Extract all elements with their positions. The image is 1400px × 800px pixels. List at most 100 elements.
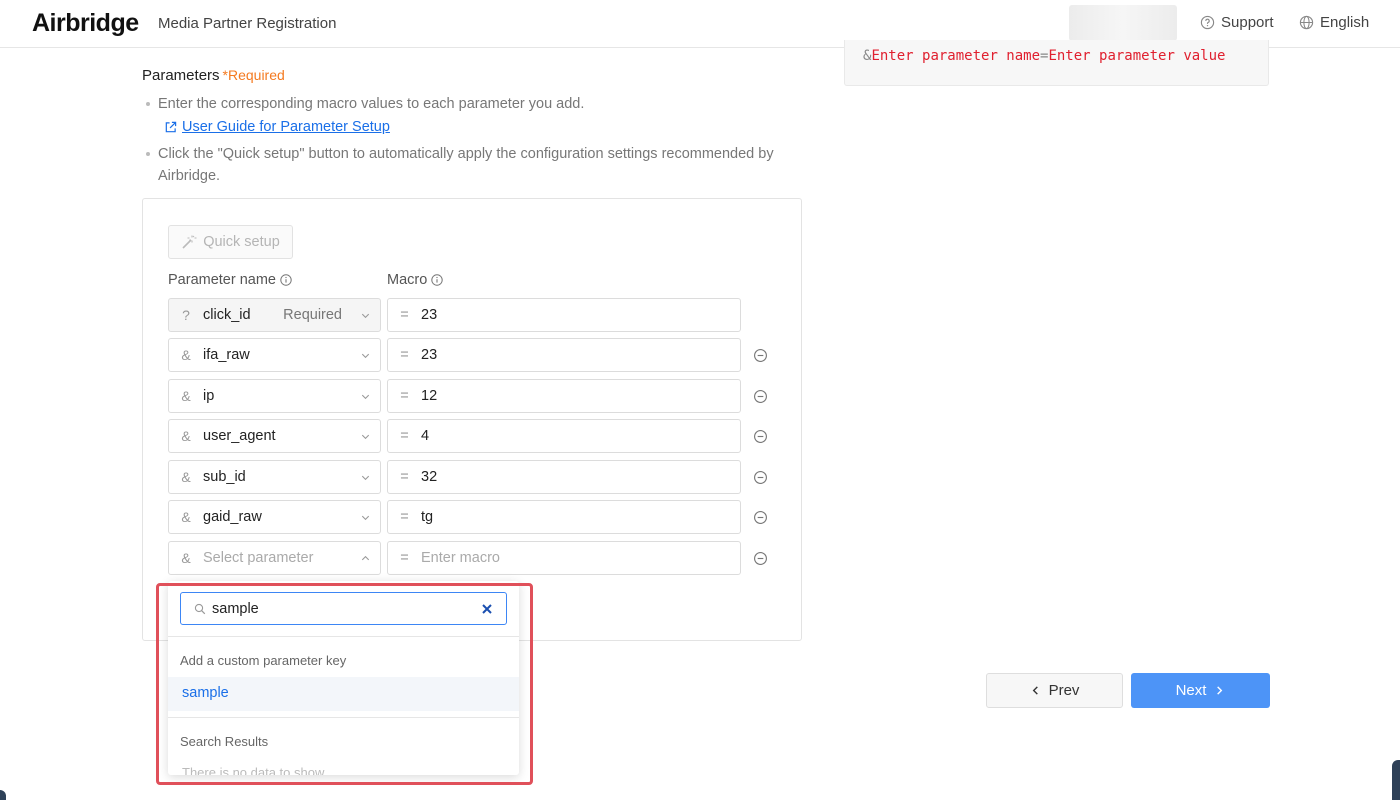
remove-row-button[interactable] bbox=[753, 510, 768, 525]
param-name: click_id bbox=[203, 307, 251, 323]
help-circle-icon bbox=[1200, 15, 1215, 30]
macro-equals: = bbox=[400, 509, 409, 525]
instruction-text-1: Enter the corresponding macro values to … bbox=[158, 96, 585, 112]
next-label: Next bbox=[1175, 682, 1207, 699]
param-symbol: & bbox=[181, 509, 191, 525]
parameter-select-new[interactable]: & Select parameter bbox=[168, 541, 381, 575]
minus-circle-icon bbox=[754, 471, 767, 484]
custom-key-group-label: Add a custom parameter key bbox=[180, 653, 347, 668]
support-label: Support bbox=[1221, 14, 1274, 31]
instruction-text-2: Click the "Quick setup" button to automa… bbox=[158, 146, 774, 184]
macro-input-ifa-raw[interactable]: = 23 bbox=[387, 338, 741, 372]
parameter-select-gaid-raw[interactable]: & gaid_raw bbox=[168, 500, 381, 534]
parameters-title: Parameters bbox=[142, 67, 220, 84]
tracking-url-preview: &Enter parameter name=Enter parameter va… bbox=[844, 40, 1269, 86]
window-corner bbox=[1392, 760, 1400, 800]
required-badge: Required bbox=[283, 307, 342, 323]
info-icon[interactable] bbox=[280, 274, 292, 286]
chevron-down-icon bbox=[350, 391, 380, 402]
param-name: ip bbox=[203, 388, 215, 404]
macro-input-user-agent[interactable]: = 4 bbox=[387, 419, 741, 453]
quick-setup-button[interactable]: Quick setup bbox=[168, 225, 293, 259]
macro-value: 23 bbox=[421, 347, 438, 363]
macro-equals: = bbox=[400, 347, 409, 363]
param-symbol: & bbox=[181, 388, 191, 404]
language-selector[interactable]: English bbox=[1299, 14, 1369, 31]
macro-input-new[interactable]: = Enter macro bbox=[387, 541, 741, 575]
param-symbol: & bbox=[181, 469, 191, 485]
macro-equals: = bbox=[400, 307, 409, 323]
macro-input-gaid-raw[interactable]: = tg bbox=[387, 500, 741, 534]
macro-equals: = bbox=[400, 428, 409, 444]
user-account-blurred[interactable] bbox=[1069, 5, 1177, 41]
macro-value: 12 bbox=[421, 388, 438, 404]
remove-row-button[interactable] bbox=[753, 389, 768, 404]
parameter-select-ip[interactable]: & ip bbox=[168, 379, 381, 413]
instruction-bullet-1: Enter the corresponding macro values to … bbox=[146, 93, 786, 138]
support-link[interactable]: Support bbox=[1200, 14, 1274, 31]
instruction-bullet-2: Click the "Quick setup" button to automa… bbox=[146, 143, 796, 187]
chevron-left-icon bbox=[1032, 686, 1038, 695]
parameter-name-header: Parameter name bbox=[168, 272, 292, 288]
language-label: English bbox=[1320, 14, 1370, 31]
macro-label: Macro bbox=[387, 272, 428, 288]
quick-setup-label: Quick setup bbox=[203, 234, 280, 250]
minus-circle-icon bbox=[754, 349, 767, 362]
remove-row-button[interactable] bbox=[753, 348, 768, 363]
chevron-up-icon bbox=[350, 553, 380, 564]
page-title: Media Partner Registration bbox=[158, 15, 337, 32]
parameter-search-input[interactable]: sample bbox=[180, 592, 507, 625]
airbridge-logo[interactable]: Airbridge bbox=[32, 9, 139, 38]
macro-value: tg bbox=[421, 509, 434, 525]
minus-circle-icon bbox=[754, 430, 767, 443]
required-marker: *Required bbox=[222, 67, 285, 83]
minus-circle-icon bbox=[754, 511, 767, 524]
info-icon[interactable] bbox=[431, 274, 443, 286]
macro-input-sub-id[interactable]: = 32 bbox=[387, 460, 741, 494]
param-name: sub_id bbox=[203, 469, 246, 485]
chevron-down-icon bbox=[350, 472, 380, 483]
macro-input-ip[interactable]: = 12 bbox=[387, 379, 741, 413]
macro-placeholder: Enter macro bbox=[421, 550, 500, 566]
clear-icon[interactable] bbox=[481, 603, 493, 615]
prev-button[interactable]: Prev bbox=[986, 673, 1123, 708]
parameter-select-sub-id[interactable]: & sub_id bbox=[168, 460, 381, 494]
chevron-down-icon bbox=[350, 310, 380, 321]
param-symbol: & bbox=[181, 347, 191, 363]
remove-row-button[interactable] bbox=[753, 551, 768, 566]
minus-circle-icon bbox=[754, 552, 767, 565]
url-param-name-placeholder: Enter parameter name bbox=[871, 48, 1041, 64]
user-guide-label: User Guide for Parameter Setup bbox=[182, 119, 390, 135]
remove-row-button[interactable] bbox=[753, 470, 768, 485]
search-value: sample bbox=[212, 600, 259, 617]
custom-key-option[interactable]: sample bbox=[168, 677, 519, 711]
next-button[interactable]: Next bbox=[1131, 673, 1270, 708]
parameter-dropdown: sample Add a custom parameter key sample… bbox=[168, 581, 519, 775]
minus-circle-icon bbox=[754, 390, 767, 403]
window-corner bbox=[0, 790, 6, 800]
dropdown-divider bbox=[168, 636, 519, 637]
macro-value: 23 bbox=[421, 307, 438, 323]
dropdown-divider bbox=[168, 717, 519, 718]
remove-row-button[interactable] bbox=[753, 429, 768, 444]
macro-input-click-id[interactable]: = 23 bbox=[387, 298, 741, 332]
prev-label: Prev bbox=[1048, 682, 1080, 699]
param-name: user_agent bbox=[203, 428, 276, 444]
parameter-select-ifa-raw[interactable]: & ifa_raw bbox=[168, 338, 381, 372]
macro-equals: = bbox=[400, 388, 409, 404]
macro-value: 32 bbox=[421, 469, 438, 485]
parameters-heading: Parameters *Required bbox=[142, 67, 285, 84]
chevron-down-icon bbox=[350, 350, 380, 361]
param-name-placeholder: Select parameter bbox=[203, 550, 314, 566]
param-symbol: & bbox=[181, 428, 191, 444]
user-guide-link[interactable]: User Guide for Parameter Setup bbox=[146, 116, 786, 138]
macro-header: Macro bbox=[387, 272, 443, 288]
no-data-text: There is no data to show bbox=[182, 765, 325, 775]
parameter-select-click-id[interactable]: ? click_id Required bbox=[168, 298, 381, 332]
external-link-icon bbox=[165, 121, 177, 132]
param-symbol: & bbox=[181, 550, 191, 566]
param-name: ifa_raw bbox=[203, 347, 250, 363]
parameter-select-user-agent[interactable]: & user_agent bbox=[168, 419, 381, 453]
parameter-name-label: Parameter name bbox=[168, 272, 276, 288]
url-param-value-placeholder: Enter parameter value bbox=[1048, 48, 1226, 64]
